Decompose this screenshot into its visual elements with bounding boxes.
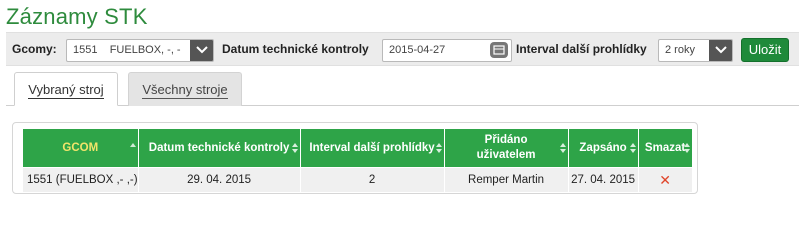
interval-select[interactable]: 2 roky: [658, 39, 733, 62]
cell-interval: 2: [300, 167, 445, 192]
interval-select-value: 2 roky: [665, 44, 695, 56]
tab-all-machines[interactable]: Všechny stroje: [128, 72, 242, 106]
interval-label: Interval další prohlídky: [516, 42, 647, 56]
save-button[interactable]: Uložit: [741, 38, 789, 62]
sort-icon: [435, 143, 442, 153]
records-panel: GCOM Datum technické kontroly Interval d…: [12, 122, 698, 194]
gcom-label: Gcomy:: [12, 42, 57, 56]
date-input-value: 2015-04-27: [389, 44, 446, 56]
sort-asc-icon: [129, 143, 136, 147]
column-header-written[interactable]: Zapsáno: [568, 129, 639, 167]
tab-all-machines-label: Všechny stroje: [142, 82, 228, 99]
gcom-select-value: 1551 FUELBOX, -, -: [73, 44, 181, 56]
column-header-delete[interactable]: Smazat: [638, 129, 693, 167]
column-header-added-by-line1: Přidáno: [484, 134, 528, 146]
page-title: Záznamy STK: [6, 4, 148, 29]
column-header-written-label: Zapsáno: [579, 141, 627, 154]
records-table: GCOM Datum technické kontroly Interval d…: [23, 129, 693, 192]
cell-delete: ✕: [638, 167, 693, 192]
sort-icon: [559, 143, 566, 153]
chevron-down-icon[interactable]: [709, 40, 732, 61]
column-header-date-label: Datum technické kontroly: [148, 141, 290, 154]
cell-written: 27. 04. 2015: [568, 167, 639, 192]
column-header-delete-label: Smazat: [644, 141, 686, 154]
tab-selected-machine[interactable]: Vybraný stroj: [14, 72, 118, 106]
tab-selected-machine-label: Vybraný stroj: [28, 82, 104, 99]
calendar-icon[interactable]: [490, 42, 508, 58]
date-input[interactable]: 2015-04-27: [382, 39, 512, 62]
column-header-added-by-line2: uživatelem: [476, 149, 536, 161]
chevron-down-icon[interactable]: [190, 40, 213, 61]
table-row: 1551 (FUELBOX ,- ,-) 29. 04. 2015 2 Remp…: [23, 167, 693, 192]
delete-x-icon[interactable]: ✕: [659, 172, 671, 188]
cell-added-by: Remper Martin: [444, 167, 569, 192]
gcom-select[interactable]: 1551 FUELBOX, -, -: [66, 39, 214, 62]
cell-date: 29. 04. 2015: [138, 167, 301, 192]
column-header-added-by[interactable]: Přidáno uživatelem: [444, 129, 569, 167]
cell-gcom: 1551 (FUELBOX ,- ,-): [23, 167, 139, 192]
sort-icon: [291, 143, 298, 153]
column-header-gcom-label: GCOM: [62, 141, 99, 154]
column-header-gcom[interactable]: GCOM: [23, 129, 139, 167]
column-header-interval[interactable]: Interval další prohlídky: [300, 129, 445, 167]
column-header-date[interactable]: Datum technické kontroly: [138, 129, 301, 167]
tab-bar: Vybraný stroj Všechny stroje: [6, 68, 799, 106]
filter-bar: Gcomy: 1551 FUELBOX, -, - Datum technick…: [6, 32, 799, 66]
date-label: Datum technické kontroly: [222, 42, 369, 56]
sort-icon: [629, 143, 636, 153]
sort-icon: [683, 143, 690, 153]
column-header-interval-label: Interval další prohlídky: [309, 141, 435, 154]
